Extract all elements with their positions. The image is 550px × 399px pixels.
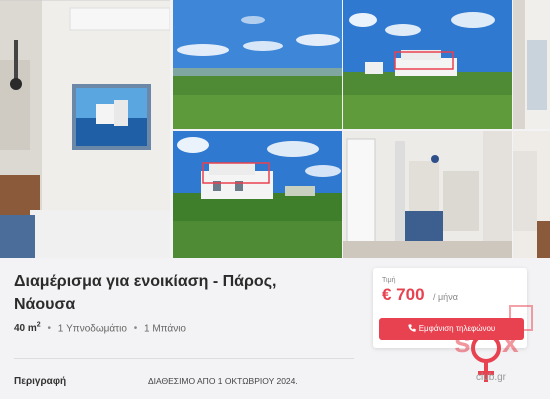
gallery-photo-6[interactable] — [343, 131, 512, 258]
section-divider — [14, 358, 354, 359]
bedrooms-count: 1 Υπνοδωμάτιο — [57, 323, 127, 335]
listing-title: Διαμέρισμα για ενοικίαση - Πάρος, Νάουσα — [14, 273, 277, 313]
gallery-photo-2[interactable] — [173, 0, 342, 129]
gallery-photo-3[interactable] — [343, 0, 512, 129]
gallery-photo-1[interactable] — [0, 0, 170, 258]
gallery-photo-5[interactable] — [173, 131, 342, 258]
gallery-photo-4[interactable] — [513, 0, 550, 129]
description-heading: Περιγραφή — [14, 376, 67, 387]
separator-dot: • — [133, 323, 138, 335]
gallery-photo-7[interactable] — [513, 131, 550, 258]
svg-text:s: s — [454, 326, 471, 359]
bathrooms-count: 1 Μπάνιο — [143, 323, 186, 335]
watermark-logo: s x club.gr — [440, 300, 550, 394]
photo-gallery — [0, 0, 550, 258]
price-label: Τιμή — [382, 277, 396, 284]
separator-dot: • — [47, 323, 51, 335]
phone-icon — [408, 319, 416, 341]
description-text: ΔΙΑΘΕΣΙΜΟ ΑΠΟ 1 ΟΚΤΩΒΡΙΟΥ 2024. — [148, 376, 298, 386]
listing-features: 40 m2 • 1 Υπνοδωμάτιο • 1 Μπάνιο — [14, 322, 186, 334]
price-value: € 700 — [382, 285, 425, 304]
area-value: 40 m2 — [14, 322, 41, 335]
watermark-text: club.gr — [476, 372, 507, 383]
